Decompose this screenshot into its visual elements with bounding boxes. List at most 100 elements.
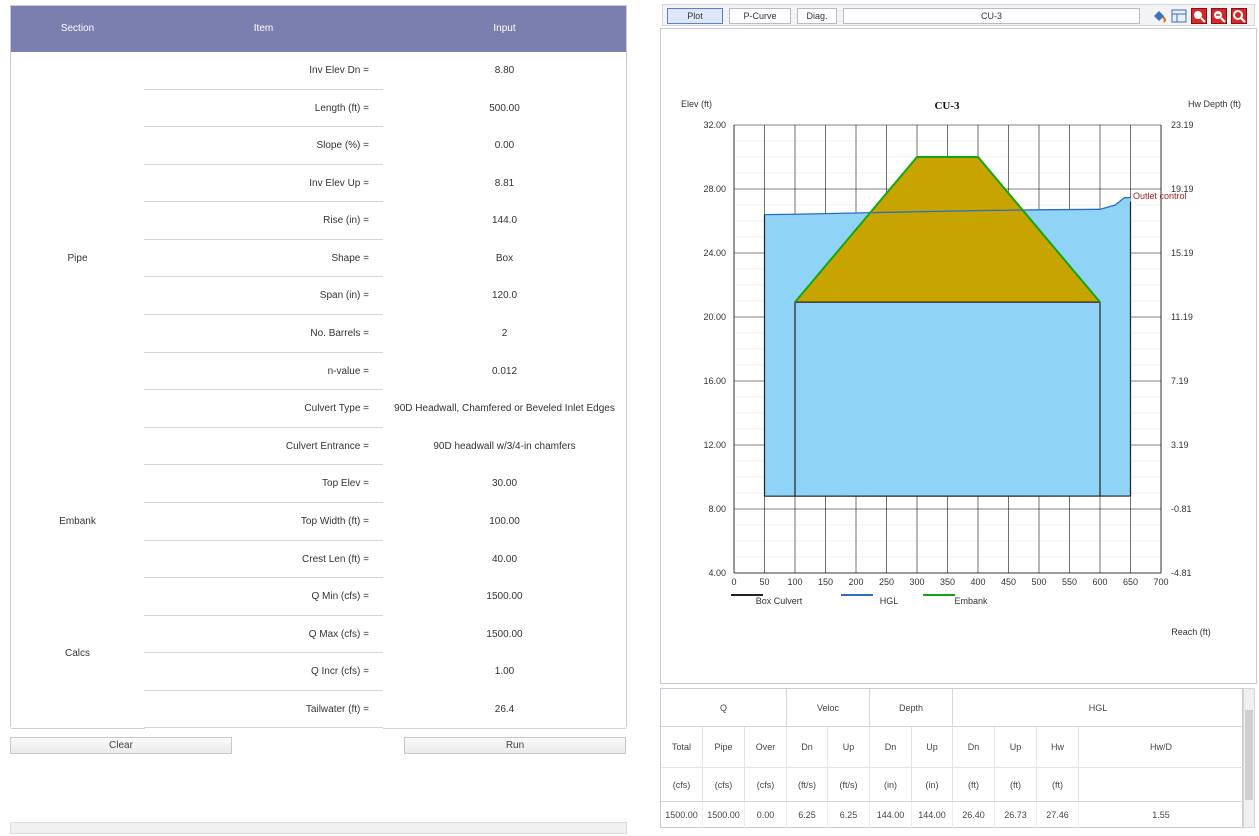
results-unit: (ft/s) bbox=[828, 768, 870, 802]
results-unit: (cfs) bbox=[745, 768, 787, 802]
clear-button[interactable]: Clear bbox=[10, 737, 232, 754]
input-row-label: Top Width (ft) = bbox=[144, 502, 383, 541]
results-sub-header: Total bbox=[661, 727, 703, 768]
section-pipe: Pipe bbox=[11, 52, 145, 467]
input-row-value[interactable]: 26.4 bbox=[383, 690, 626, 730]
input-row-value[interactable]: 1.00 bbox=[383, 653, 626, 692]
y2-tick-label: 3.19 bbox=[1171, 440, 1189, 450]
results-table: Q Veloc Depth HGL Total (cfs) 1500.00 Pipe (cfs)… bbox=[660, 688, 1244, 829]
y-tick-label: 12.00 bbox=[703, 440, 726, 450]
bucket-icon[interactable] bbox=[1151, 8, 1167, 24]
input-row-value[interactable]: 30.00 bbox=[383, 465, 626, 504]
table-icon[interactable] bbox=[1171, 8, 1187, 24]
input-row-value[interactable]: 8.80 bbox=[383, 52, 626, 91]
input-row-label: n-value = bbox=[144, 352, 383, 391]
tab-plot[interactable]: Plot bbox=[667, 8, 723, 24]
x-tick-label: 50 bbox=[759, 577, 769, 587]
run-button[interactable]: Run bbox=[404, 737, 626, 754]
tab-diag[interactable]: Diag. bbox=[797, 8, 837, 24]
input-row-value[interactable]: 2 bbox=[383, 315, 626, 354]
results-unit: (cfs) bbox=[703, 768, 745, 802]
y2-tick-label: -4.81 bbox=[1171, 568, 1192, 578]
x-tick-label: 550 bbox=[1062, 577, 1077, 587]
input-row-label: Q Min (cfs) = bbox=[144, 578, 383, 616]
input-row-value[interactable]: 500.00 bbox=[383, 89, 626, 129]
y-tick-label: 8.00 bbox=[708, 504, 726, 514]
results-value: 1500.00 bbox=[661, 802, 703, 829]
x-tick-label: 400 bbox=[970, 577, 985, 587]
x-tick-label: 450 bbox=[1001, 577, 1016, 587]
y2-tick-label: 23.19 bbox=[1171, 120, 1194, 130]
section-label: Calcs bbox=[64, 647, 90, 659]
culvert-profile-chart: 4.00 8.00 12.00 16.00 20.00 24.00 28.00 32.00 -4… bbox=[681, 99, 1241, 637]
section-label: Pipe bbox=[67, 253, 88, 265]
legend-label: HGL bbox=[880, 596, 899, 606]
input-row-label: Crest Len (ft) = bbox=[144, 540, 383, 579]
header-section: Section bbox=[60, 23, 95, 34]
results-value: 144.00 bbox=[870, 802, 912, 829]
input-row-value[interactable]: 1500.00 bbox=[383, 615, 626, 655]
section-calcs: Calcs bbox=[11, 578, 145, 730]
results-group-header: Depth bbox=[870, 689, 953, 727]
results-unit bbox=[1079, 768, 1244, 802]
tab-p-curve[interactable]: P-Curve bbox=[729, 8, 791, 24]
results-value: 6.25 bbox=[828, 802, 870, 829]
results-unit: (cfs) bbox=[661, 768, 703, 802]
results-unit: (ft/s) bbox=[787, 768, 828, 802]
x-tick-label: 700 bbox=[1153, 577, 1168, 587]
y-tick-label: 4.00 bbox=[708, 568, 726, 578]
input-row-value[interactable]: 90D headwall w/3/4-in chamfers bbox=[383, 427, 626, 467]
results-value: 26.40 bbox=[953, 802, 995, 829]
x-tick-label: 250 bbox=[879, 577, 894, 587]
results-group-header: Veloc bbox=[787, 689, 870, 727]
input-row-value[interactable]: 120.0 bbox=[383, 277, 626, 317]
x-tick-label: 500 bbox=[1031, 577, 1046, 587]
input-row-value[interactable]: Box bbox=[383, 239, 626, 279]
results-sub-header: Up bbox=[995, 727, 1037, 768]
y2-tick-label: -0.81 bbox=[1171, 504, 1192, 514]
input-row-value[interactable]: 0.012 bbox=[383, 352, 626, 392]
plot-toolbar: Plot P-Curve Diag. CU-3 bbox=[662, 4, 1255, 26]
y-tick-label: 32.00 bbox=[703, 120, 726, 130]
header-input: Input bbox=[493, 23, 516, 34]
results-group-header: Q bbox=[661, 689, 787, 727]
x-tick-label: 650 bbox=[1123, 577, 1138, 587]
input-row-label: Inv Elev Dn = bbox=[144, 52, 383, 90]
input-row-value[interactable]: 100.00 bbox=[383, 502, 626, 542]
input-row-value[interactable]: 8.81 bbox=[383, 164, 626, 204]
input-row-value[interactable]: 1500.00 bbox=[383, 578, 626, 617]
y-tick-label: 20.00 bbox=[703, 312, 726, 322]
input-row-value[interactable]: 90D Headwall, Chamfered or Beveled Inlet… bbox=[383, 390, 626, 429]
zoom-out-icon[interactable] bbox=[1211, 8, 1227, 24]
input-row-label: Top Elev = bbox=[144, 465, 383, 503]
input-row-label: Culvert Type = bbox=[144, 390, 383, 428]
horizontal-scrollbar[interactable] bbox=[10, 822, 627, 834]
input-table: Section Item Input Pipe Embank Calcs Inv El… bbox=[10, 5, 627, 730]
results-unit: (ft) bbox=[953, 768, 995, 802]
results-value: 1500.00 bbox=[703, 802, 745, 829]
x-tick-label: 150 bbox=[818, 577, 833, 587]
results-value: 0.00 bbox=[745, 802, 787, 829]
y2-tick-label: 7.19 bbox=[1171, 376, 1189, 386]
input-row-value[interactable]: 40.00 bbox=[383, 540, 626, 580]
results-sub-header: Pipe bbox=[703, 727, 745, 768]
input-row-label: Q Max (cfs) = bbox=[144, 615, 383, 654]
results-group-header: HGL bbox=[953, 689, 1244, 727]
zoom-reset-icon[interactable] bbox=[1231, 8, 1247, 24]
results-sub-header: Dn bbox=[870, 727, 912, 768]
results-sub-header: Hw bbox=[1037, 727, 1079, 768]
outlet-control-annotation: Outlet control bbox=[1133, 191, 1187, 201]
section-embank: Embank bbox=[11, 465, 145, 580]
section-label: Embank bbox=[59, 516, 96, 528]
input-row-value[interactable]: 0.00 bbox=[383, 127, 626, 166]
legend-label: Box Culvert bbox=[756, 596, 803, 606]
results-sub-header: Over bbox=[745, 727, 787, 768]
x-tick-label: 350 bbox=[940, 577, 955, 587]
zoom-in-icon[interactable] bbox=[1191, 8, 1207, 24]
input-row-label: Rise (in) = bbox=[144, 202, 383, 240]
results-value: 27.46 bbox=[1037, 802, 1079, 829]
chart-title: CU-3 bbox=[934, 100, 960, 112]
plot-panel: 4.00 8.00 12.00 16.00 20.00 24.00 28.00 32.00 -4… bbox=[660, 28, 1257, 684]
input-row-value[interactable]: 144.0 bbox=[383, 202, 626, 241]
vertical-scrollbar-thumb[interactable] bbox=[1245, 710, 1253, 800]
